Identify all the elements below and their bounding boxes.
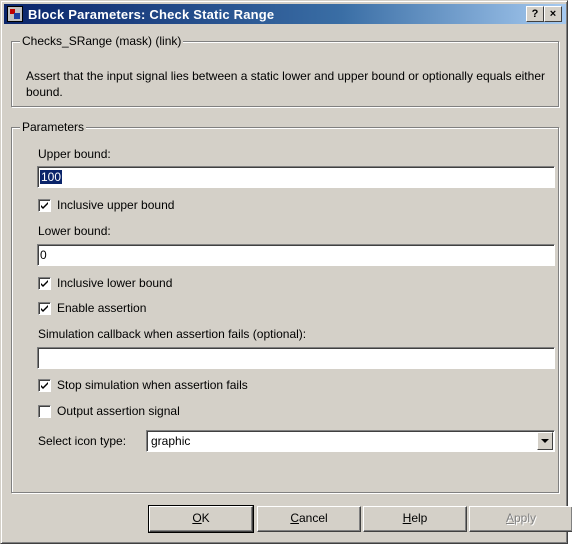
close-icon: ×	[549, 8, 557, 20]
description-group-label: Checks_SRange (mask) (link)	[20, 34, 184, 48]
enable-assertion-checkbox-box[interactable]	[38, 302, 51, 315]
dropdown-button[interactable]	[537, 432, 553, 450]
enable-assertion-checkbox[interactable]: Enable assertion	[38, 300, 338, 316]
inclusive-upper-bound-checkbox[interactable]: Inclusive upper bound	[38, 197, 338, 213]
lower-bound-label: Lower bound:	[38, 224, 111, 238]
output-assertion-signal-label: Output assertion signal	[57, 404, 180, 418]
output-assertion-checkbox-box[interactable]	[38, 405, 51, 418]
simulation-callback-label: Simulation callback when assertion fails…	[38, 327, 307, 341]
question-mark-icon: ?	[531, 8, 539, 20]
parameters-group-label: Parameters	[20, 120, 87, 134]
checkmark-icon	[41, 280, 48, 287]
inclusive-lower-bound-checkbox[interactable]: Inclusive lower bound	[38, 275, 338, 291]
title-bar[interactable]: Block Parameters: Check Static Range ? ×	[4, 4, 566, 24]
inclusive-upper-checkbox-box[interactable]	[38, 199, 51, 212]
upper-bound-label: Upper bound:	[38, 147, 111, 161]
icon-type-select[interactable]: graphic	[146, 430, 555, 452]
description-group: Checks_SRange (mask) (link) Assert that …	[11, 34, 559, 107]
cancel-button[interactable]: Cancel	[257, 506, 361, 532]
block-description: Assert that the input signal lies betwee…	[26, 69, 545, 99]
lower-bound-value: 0	[40, 248, 47, 262]
help-button[interactable]: Help	[363, 506, 467, 532]
upper-bound-input[interactable]: 100	[37, 166, 555, 188]
chevron-down-icon	[541, 439, 549, 443]
simulation-callback-input[interactable]	[37, 347, 555, 369]
icon-type-selected-value: graphic	[151, 434, 191, 448]
inclusive-lower-bound-label: Inclusive lower bound	[57, 276, 173, 290]
apply-button[interactable]: Apply	[469, 506, 572, 532]
ok-button[interactable]: OK	[148, 505, 254, 533]
simulink-block-icon	[7, 6, 23, 22]
close-button[interactable]: ×	[544, 6, 562, 22]
stop-simulation-checkbox[interactable]: Stop simulation when assertion fails	[38, 377, 368, 393]
cancel-button-label: Cancel	[290, 511, 328, 525]
inclusive-upper-bound-label: Inclusive upper bound	[57, 198, 175, 212]
stop-simulation-checkbox-box[interactable]	[38, 379, 51, 392]
checkmark-icon	[41, 382, 48, 389]
ok-button-label: OK	[192, 511, 210, 525]
checkmark-icon	[41, 305, 48, 312]
help-title-button[interactable]: ?	[526, 6, 544, 22]
block-parameters-dialog: Block Parameters: Check Static Range ? ×…	[0, 0, 572, 544]
output-assertion-signal-checkbox[interactable]: Output assertion signal	[38, 403, 338, 419]
upper-bound-value: 100	[40, 170, 63, 184]
inclusive-lower-checkbox-box[interactable]	[38, 277, 51, 290]
stop-simulation-label: Stop simulation when assertion fails	[57, 378, 248, 392]
lower-bound-input[interactable]: 0	[37, 244, 555, 266]
enable-assertion-label: Enable assertion	[57, 301, 147, 315]
help-button-label: Help	[402, 511, 428, 525]
checkmark-icon	[41, 202, 48, 209]
apply-button-label: Apply	[505, 511, 537, 525]
icon-type-label: Select icon type:	[38, 434, 127, 448]
window-title: Block Parameters: Check Static Range	[28, 7, 275, 22]
